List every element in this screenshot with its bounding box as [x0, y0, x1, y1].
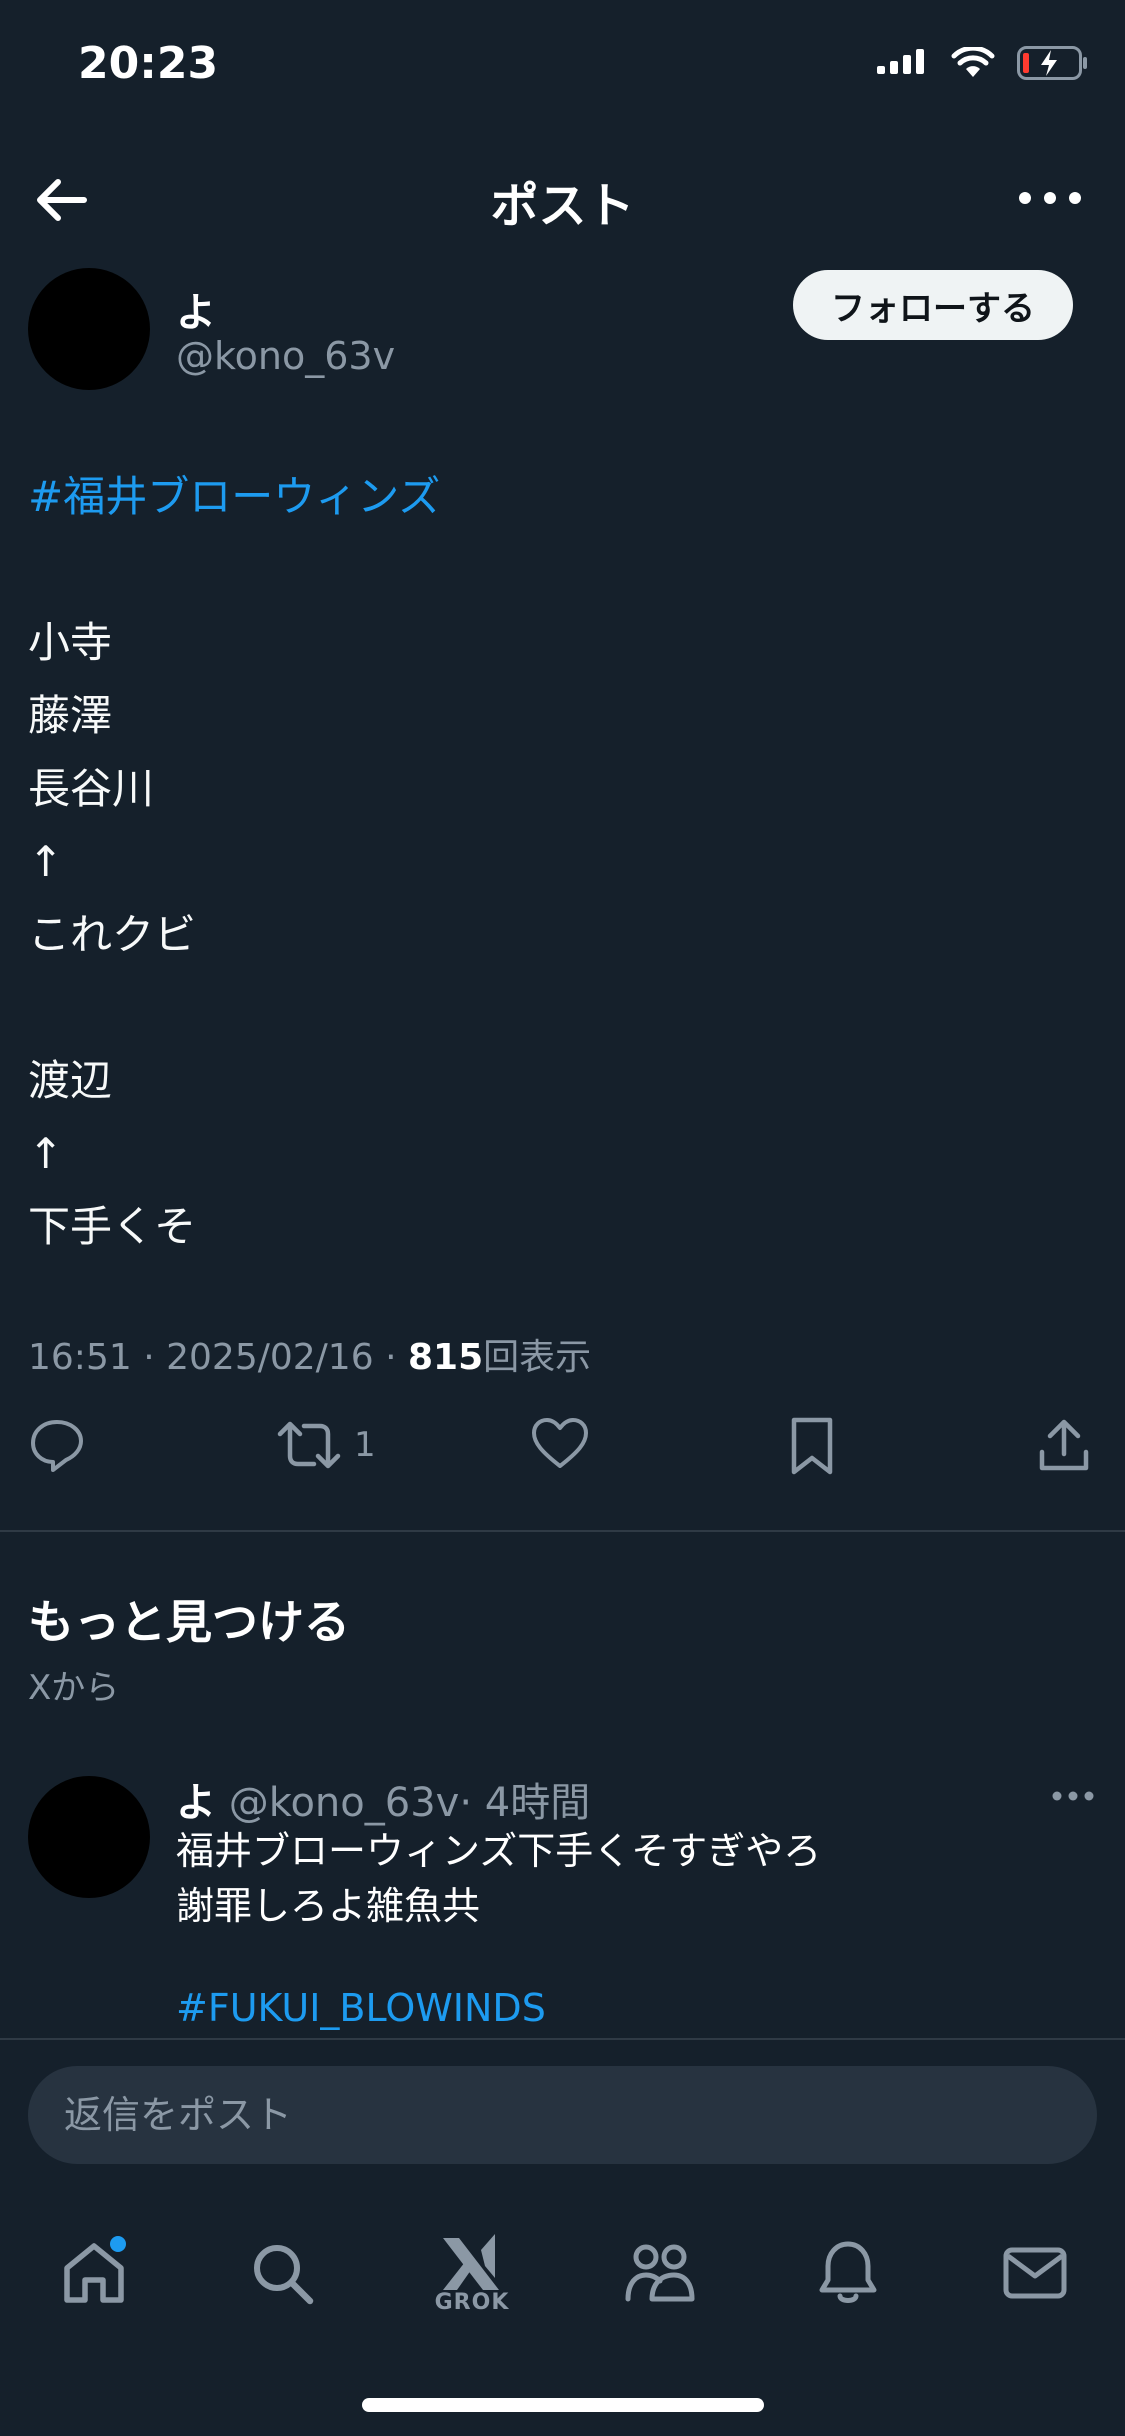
post-line: 小寺 [28, 618, 113, 667]
status-icons [877, 46, 1089, 80]
related-line: 福井ブローウィンズ下手くそすぎやろ [176, 1829, 822, 1873]
tab-notifications[interactable] [778, 2208, 918, 2338]
related-more-icon[interactable] [1051, 1786, 1095, 1806]
like-button[interactable] [530, 1416, 590, 1472]
post-line: ↑ [28, 1129, 64, 1178]
related-age: · 4時間 [459, 1780, 591, 1826]
meta-separator: · [143, 1337, 155, 1378]
author-name[interactable]: よ [176, 280, 216, 338]
status-time: 20:23 [78, 38, 219, 89]
more-options-icon[interactable] [1015, 176, 1085, 220]
discover-subtitle: Xから [28, 1668, 120, 1708]
post-hashtag[interactable]: #福井ブローウィンズ [28, 460, 440, 533]
retweet-icon [277, 1421, 341, 1469]
related-avatar[interactable] [28, 1776, 150, 1898]
post-line [28, 533, 440, 606]
related-post-text[interactable]: 福井ブローウィンズ下手くそすぎやろ 謝罪しろよ雑魚共 [176, 1824, 821, 1934]
battery-charging-icon [1017, 46, 1087, 80]
post-line [28, 971, 440, 1044]
grok-icon [443, 2233, 499, 2290]
home-notification-dot [110, 2236, 126, 2252]
related-handle: @kono_63v [228, 1780, 460, 1826]
author-avatar[interactable] [28, 268, 150, 390]
wifi-icon [951, 47, 995, 77]
heart-icon [532, 1418, 588, 1468]
post-meta: 16:51 · 2025/02/16 · 815回表示 [28, 1328, 591, 1380]
view-count[interactable]: 815 [408, 1337, 483, 1378]
meta-separator: · [385, 1337, 397, 1378]
tab-search[interactable] [212, 2208, 352, 2338]
post-line: ↑ [28, 837, 64, 886]
post-line: 長谷川 [28, 764, 155, 813]
post-date: 2025/02/16 [166, 1337, 374, 1378]
page-title: ポスト [490, 178, 635, 234]
bell-icon [819, 2241, 877, 2303]
grok-label: GROK [434, 2289, 510, 2315]
cellular-signal-icon [877, 49, 924, 74]
share-button[interactable] [1036, 1416, 1092, 1474]
follow-button[interactable]: フォローする [793, 270, 1073, 340]
tab-home[interactable] [24, 2208, 164, 2338]
bookmark-icon [791, 1417, 833, 1475]
related-name: よ [176, 1780, 216, 1826]
share-icon [1039, 1419, 1089, 1471]
reply-input[interactable] [28, 2066, 1097, 2164]
tab-communities[interactable] [590, 2208, 730, 2338]
tab-messages[interactable] [965, 2208, 1105, 2338]
post-line: 藤澤 [28, 691, 113, 740]
reply-icon [31, 1420, 83, 1472]
post-line: 下手くそ [28, 1202, 197, 1251]
related-author[interactable]: よ @kono_63v· 4時間 [176, 1770, 590, 1828]
related-hashtag[interactable]: #FUKUI_BLOWINDS [176, 1986, 546, 2030]
communities-icon [625, 2244, 695, 2302]
author-handle[interactable]: @kono_63v [176, 334, 395, 378]
section-divider [0, 1530, 1125, 1532]
related-line: 謝罪しろよ雑魚共 [176, 1884, 481, 1928]
tab-grok[interactable]: GROK [402, 2208, 542, 2338]
reply-bar [0, 2038, 1125, 2210]
bookmark-button[interactable] [786, 1416, 838, 1476]
search-icon [254, 2245, 314, 2305]
view-label: 回表示 [483, 1337, 592, 1378]
mail-icon [1003, 2247, 1067, 2299]
retweet-button[interactable]: 1 [276, 1416, 376, 1474]
post-line: これクビ [28, 910, 197, 959]
action-bar: 1 [0, 1416, 1125, 1486]
discover-title: もっと見つける [28, 1595, 350, 1649]
post-line: 渡辺 [28, 1056, 113, 1105]
post-time: 16:51 [28, 1337, 132, 1378]
retweet-count: 1 [354, 1425, 376, 1465]
home-indicator [362, 2398, 764, 2412]
post-body: #福井ブローウィンズ 小寺 藤澤 長谷川 ↑ これクビ 渡辺 ↑ 下手くそ [28, 460, 440, 1263]
reply-button[interactable] [28, 1416, 86, 1474]
